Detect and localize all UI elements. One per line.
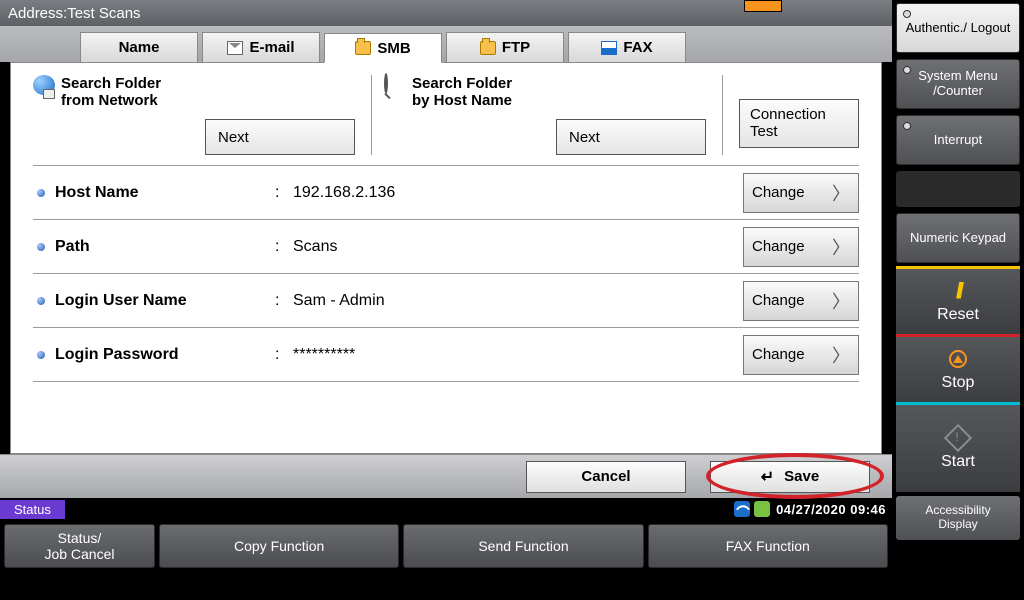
blank-key: [896, 171, 1020, 207]
tab-strip: Name E-mail SMB FTP FAX: [0, 26, 892, 62]
wifi-icon: [734, 501, 750, 517]
status-chip[interactable]: Status: [0, 500, 65, 519]
search-network-next-button[interactable]: Next: [205, 119, 355, 155]
network-icon: [33, 75, 55, 95]
mail-icon: [227, 41, 243, 55]
connection-test-button[interactable]: ConnectionTest: [739, 99, 859, 148]
folder-icon: [355, 41, 371, 55]
change-host-name-button[interactable]: Change〉: [743, 173, 859, 213]
tab-smb[interactable]: SMB: [324, 33, 442, 63]
tab-fax[interactable]: FAX: [568, 32, 686, 62]
system-menu-button[interactable]: System Menu /Counter: [896, 59, 1020, 109]
login-user-value: Sam - Admin: [293, 292, 743, 310]
chevron-right-icon: 〉: [832, 180, 850, 206]
authentic-logout-button[interactable]: Authentic./ Logout: [896, 3, 1020, 53]
smb-settings-panel: Search Folderfrom Network Next Search Fo…: [10, 62, 882, 454]
reset-button[interactable]: //Reset: [896, 266, 1020, 334]
row-host-name: Host Name : 192.168.2.136 Change〉: [33, 166, 859, 220]
path-value: Scans: [293, 238, 743, 256]
change-login-password-button[interactable]: Change〉: [743, 335, 859, 375]
row-path: Path : Scans Change〉: [33, 220, 859, 274]
login-password-value: **********: [293, 346, 743, 364]
accessibility-display-button[interactable]: Accessibility Display: [896, 496, 1020, 540]
fax-function-button[interactable]: FAX Function: [648, 524, 888, 568]
chevron-right-icon: 〉: [832, 234, 850, 260]
start-icon: [944, 423, 972, 451]
change-login-user-button[interactable]: Change〉: [743, 281, 859, 321]
tab-name[interactable]: Name: [80, 32, 198, 62]
led-icon: [903, 10, 911, 18]
title-bar: Address:Test Scans: [0, 0, 892, 26]
led-icon: [903, 66, 911, 74]
clock: 04/27/2020 09:46: [776, 502, 886, 517]
enter-icon: ↵: [761, 467, 774, 487]
status-ok-icon: [754, 501, 770, 517]
folder-icon: [480, 41, 496, 55]
reset-icon: //: [956, 278, 960, 304]
orange-tab-icon: [744, 0, 782, 12]
tab-ftp[interactable]: FTP: [446, 32, 564, 62]
copy-function-button[interactable]: Copy Function: [159, 524, 399, 568]
host-name-value: 192.168.2.136: [293, 184, 743, 202]
fax-icon: [601, 41, 617, 55]
tab-email[interactable]: E-mail: [202, 32, 320, 62]
numeric-keypad-button[interactable]: Numeric Keypad: [896, 213, 1020, 263]
change-path-button[interactable]: Change〉: [743, 227, 859, 267]
start-button[interactable]: Start: [896, 402, 1020, 492]
function-row: Status/ Job Cancel Copy Function Send Fu…: [0, 520, 892, 572]
send-function-button[interactable]: Send Function: [403, 524, 643, 568]
search-host-next-button[interactable]: Next: [556, 119, 706, 155]
status-bar: Status 04/27/2020 09:46: [0, 498, 892, 520]
stop-button[interactable]: Stop: [896, 334, 1020, 402]
chevron-right-icon: 〉: [832, 342, 850, 368]
cancel-button[interactable]: Cancel: [526, 461, 686, 493]
row-login-password: Login Password : ********** Change〉: [33, 328, 859, 382]
led-icon: [903, 122, 911, 130]
stop-icon: [949, 350, 967, 368]
page-title: Address:Test Scans: [8, 5, 141, 22]
bullet-icon: [37, 297, 45, 305]
chevron-right-icon: 〉: [832, 288, 850, 314]
bullet-icon: [37, 243, 45, 251]
bullet-icon: [37, 189, 45, 197]
hard-key-panel: Authentic./ Logout System Menu /Counter …: [892, 0, 1024, 600]
save-button[interactable]: ↵Save: [710, 461, 870, 493]
bullet-icon: [37, 351, 45, 359]
status-job-cancel-button[interactable]: Status/ Job Cancel: [4, 524, 155, 568]
row-login-user: Login User Name : Sam - Admin Change〉: [33, 274, 859, 328]
search-icon: [384, 73, 388, 94]
interrupt-button[interactable]: Interrupt: [896, 115, 1020, 165]
footer-actions: Cancel ↵Save: [0, 454, 892, 498]
